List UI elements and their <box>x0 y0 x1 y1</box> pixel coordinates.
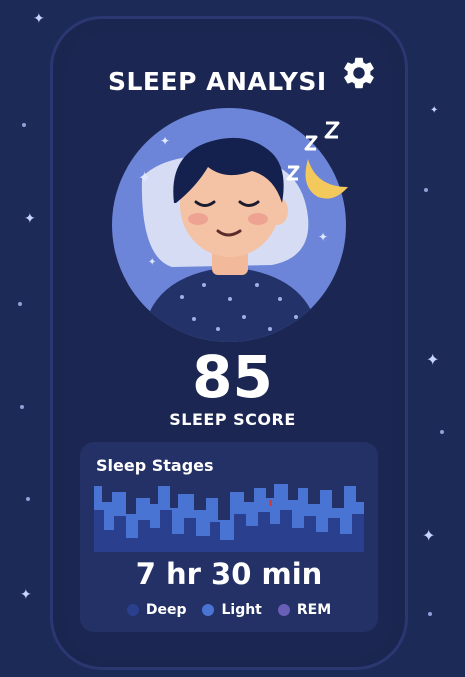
page-title: SLEEP ANALYSI <box>108 67 327 96</box>
legend-dot-icon <box>126 604 139 616</box>
svg-text:✦: ✦ <box>160 134 170 148</box>
legend-dot-icon <box>202 604 215 616</box>
star-icon: ✦ <box>422 526 436 545</box>
hypnogram-awake-marker <box>269 500 272 506</box>
legend-item-deep: Deep <box>126 602 187 618</box>
gear-icon[interactable] <box>340 54 378 92</box>
star-dot <box>18 302 22 306</box>
legend-label: Deep <box>145 602 187 618</box>
svg-text:✦: ✦ <box>138 168 151 187</box>
star-dot <box>428 612 432 616</box>
sleep-score-value: 85 <box>192 343 273 411</box>
legend-label: Light <box>221 602 262 618</box>
sleep-stages-title: Sleep Stages <box>96 456 214 475</box>
sleep-stages-card[interactable]: Sleep Stages 7 hr 30 min Deep Light REM <box>80 442 378 632</box>
legend-label: REM <box>296 602 332 618</box>
star-dot <box>26 497 30 501</box>
sleep-stages-legend: Deep Light REM <box>80 602 378 618</box>
svg-text:✦: ✦ <box>148 257 156 268</box>
sleep-duration: 7 hr 30 min <box>135 557 323 591</box>
star-icon: ✦ <box>20 587 32 603</box>
legend-item-rem: REM <box>277 602 332 618</box>
star-icon: ✦ <box>24 211 36 227</box>
legend-item-light: Light <box>202 602 262 618</box>
hypnogram <box>94 484 364 552</box>
star-icon: ✦ <box>430 105 439 116</box>
star-dot <box>440 430 444 434</box>
sleep-score-label: SLEEP SCORE <box>169 410 296 429</box>
sleeping-avatar: ✦ ✦ ✦ ✦ <box>112 108 348 342</box>
star-dot <box>424 188 428 192</box>
star-icon: ✦ <box>33 11 45 27</box>
star-dot <box>22 123 26 127</box>
legend-dot-icon <box>277 604 290 616</box>
svg-text:✦: ✦ <box>318 230 328 244</box>
